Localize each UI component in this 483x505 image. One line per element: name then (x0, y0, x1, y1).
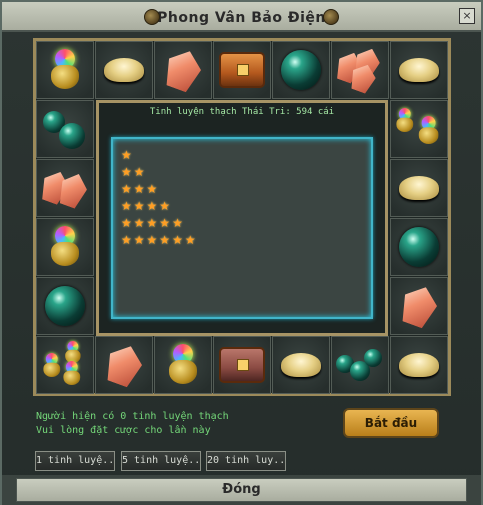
star-icon: ★ (121, 182, 132, 196)
star-icon: ★ (159, 216, 171, 230)
orb-icon (399, 227, 439, 267)
board-cell (390, 159, 448, 217)
bet-20-button[interactable]: 20 tinh luy.. (206, 451, 286, 471)
star-icon: ★ (184, 233, 196, 247)
crystal-cluster-icon (337, 48, 383, 92)
bet-5-button[interactable]: 5 tinh luyệ.. (121, 451, 201, 471)
gold-ingot-icon (104, 58, 144, 82)
game-window: Phong Vân Bảo Điện × Tinh luyện thạch Th… (0, 0, 483, 505)
crystal-icon (396, 281, 442, 330)
title-bar: Phong Vân Bảo Điện × (2, 2, 481, 32)
board-cell (154, 336, 212, 394)
orb-pair-icon (43, 109, 87, 149)
info-line-bet: Vui lòng đặt cược cho lần này (36, 425, 211, 436)
star-icon: ★ (146, 199, 158, 213)
star-icon: ★ (133, 165, 145, 179)
ornament-icon (323, 9, 339, 25)
star-icon: ★ (172, 216, 183, 230)
board-cell (95, 41, 153, 99)
window-title: Phong Vân Bảo Điện (157, 10, 326, 26)
board-cell (36, 100, 94, 158)
crystal-icon (42, 167, 88, 209)
board-cell (154, 41, 212, 99)
star-icon: ★ (146, 182, 158, 196)
pot-icon (47, 226, 83, 268)
start-button[interactable]: Bắt đầu (343, 408, 439, 438)
crystal-icon (101, 340, 147, 389)
refine-stone-count: Tinh luyện thạch Thái Tri: 594 cái (149, 107, 335, 117)
board-cell (36, 159, 94, 217)
star-icon: ★ (121, 199, 132, 213)
board-cell (390, 218, 448, 276)
star-icon: ★ (133, 199, 145, 213)
board-cell (272, 336, 330, 394)
star-icon: ★ (121, 233, 132, 247)
bet-1-button[interactable]: 1 tinh luyệ.. (35, 451, 115, 471)
star-row-6: ★ ★ ★ ★ ★ ★ (121, 232, 198, 249)
star-icon: ★ (146, 216, 158, 230)
star-icon: ★ (133, 182, 145, 196)
info-text: Người hiện có 0 tinh luyện thạch Vui lòn… (36, 410, 229, 438)
treasure-chest-icon (219, 52, 265, 88)
board-cell (36, 218, 94, 276)
board-cell (213, 41, 271, 99)
board-cell (36, 41, 94, 99)
info-line-owned: Người hiện có 0 tinh luyện thạch (36, 411, 229, 422)
gold-ingot-icon (399, 58, 439, 82)
board-cell (331, 336, 389, 394)
pot-pair-icon (396, 108, 442, 150)
board-cell (95, 336, 153, 394)
center-panel: Tinh luyện thạch Thái Tri: 594 cái ★ ★ ★ ★ ★… (96, 100, 388, 336)
star-icon: ★ (133, 216, 145, 230)
board-cell (36, 277, 94, 335)
close-button[interactable]: Đóng (16, 478, 467, 502)
treasure-chest-icon (219, 347, 265, 383)
star-icon: ★ (159, 233, 171, 247)
ornament-icon (144, 9, 160, 25)
gold-ingot-icon (399, 176, 439, 200)
pot-trio-icon (41, 341, 89, 387)
board-cell (213, 336, 271, 394)
star-icon: ★ (146, 233, 158, 247)
star-row-3: ★ ★ ★ (121, 181, 198, 198)
star-row-1: ★ (121, 147, 198, 164)
orb-icon (281, 50, 321, 90)
footer-bar: Đóng (2, 475, 481, 505)
star-icon: ★ (172, 233, 183, 247)
star-icon: ★ (159, 199, 171, 213)
star-icon: ★ (121, 216, 132, 230)
board-cell (272, 41, 330, 99)
star-ladder: ★ ★ ★ ★ ★ ★ ★ ★ ★ ★ ★ ★ ★ ★ ★ ★ ★ ★ ★ ★ ★ (121, 147, 198, 249)
close-icon[interactable]: × (459, 8, 475, 24)
board-cell (331, 41, 389, 99)
star-row-4: ★ ★ ★ ★ (121, 198, 198, 215)
gold-ingot-icon (281, 353, 321, 377)
preview-screen: ★ ★ ★ ★ ★ ★ ★ ★ ★ ★ ★ ★ ★ ★ ★ ★ ★ ★ ★ ★ ★ (111, 137, 373, 319)
pot-icon (165, 344, 201, 386)
star-icon: ★ (121, 165, 132, 179)
orb-icon (45, 286, 85, 326)
board-cell (36, 336, 94, 394)
board-cell (390, 336, 448, 394)
crystal-icon (160, 45, 206, 94)
star-icon: ★ (133, 233, 145, 247)
board-cell (390, 277, 448, 335)
board-cell (390, 41, 448, 99)
gold-ingot-icon (399, 353, 439, 377)
board-cell (390, 100, 448, 158)
star-icon: ★ (121, 148, 132, 162)
pot-icon (47, 49, 83, 91)
reward-board: Tinh luyện thạch Thái Tri: 594 cái ★ ★ ★ ★ ★… (33, 38, 451, 396)
star-row-5: ★ ★ ★ ★ ★ (121, 215, 198, 232)
orb-trio-icon (336, 345, 384, 385)
star-row-2: ★ ★ (121, 164, 198, 181)
